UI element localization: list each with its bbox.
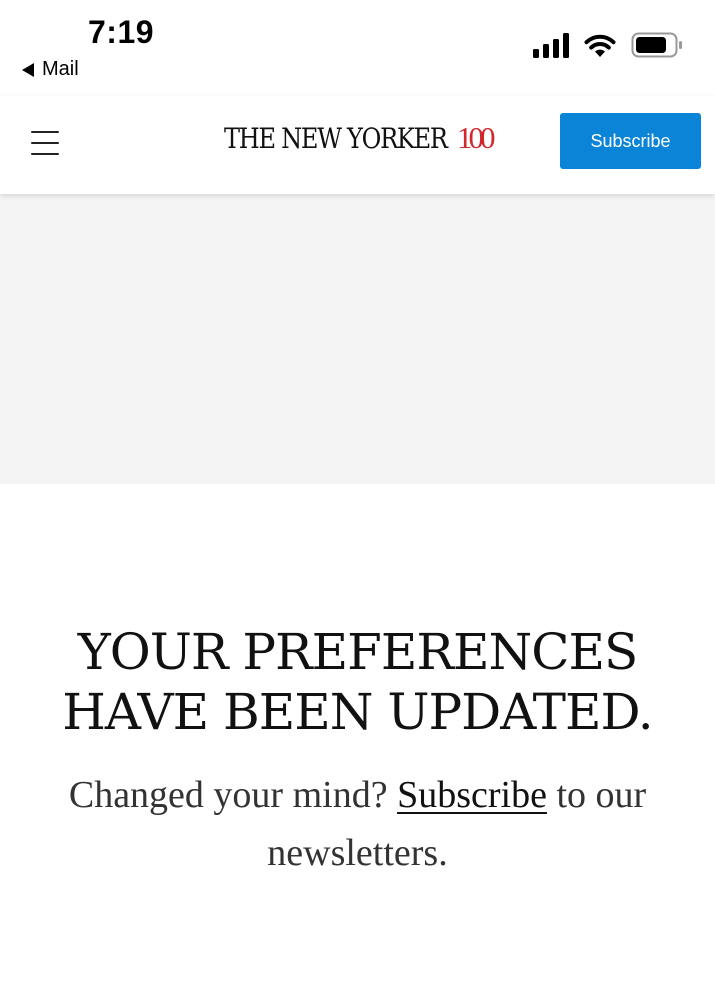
- logo-text: THE NEW YORKER: [224, 122, 448, 155]
- site-header: THE NEW YORKER 100 Subscribe: [0, 96, 715, 194]
- subscribe-button[interactable]: Subscribe: [560, 113, 701, 169]
- page-title: YOUR PREFERENCES HAVE BEEN UPDATED.: [40, 622, 675, 742]
- back-app-label: Mail: [42, 58, 79, 80]
- new-yorker-logo[interactable]: THE NEW YORKER 100: [224, 120, 495, 156]
- status-time: 7:19: [88, 14, 155, 50]
- logo-accent: 100: [457, 120, 495, 155]
- hamburger-line: [31, 153, 59, 155]
- battery-icon: [631, 32, 682, 58]
- back-arrow-icon: [22, 62, 34, 77]
- cellular-signal-icon: [533, 32, 569, 58]
- screen: 7:19 Mail THE NEW YORKER 100 Subscribe Y…: [0, 0, 715, 1000]
- headline-line-1: YOUR PREFERENCES: [77, 623, 639, 681]
- headline-line-2: HAVE BEEN UPDATED.: [62, 683, 653, 741]
- status-bar: 7:19 Mail: [0, 0, 715, 96]
- confirmation-content: YOUR PREFERENCES HAVE BEEN UPDATED. Chan…: [0, 484, 715, 1000]
- hamburger-menu-icon: [31, 131, 59, 133]
- ad-placeholder: [0, 194, 715, 484]
- resubscribe-message: Changed your mind? Subscribe to our news…: [40, 766, 675, 882]
- status-icons: [533, 32, 683, 58]
- menu-button[interactable]: [28, 126, 62, 160]
- message-prefix: Changed your mind?: [68, 774, 388, 816]
- wifi-icon: [584, 34, 616, 57]
- subscribe-newsletters-link[interactable]: Subscribe: [397, 774, 547, 816]
- back-to-mail-button[interactable]: Mail: [22, 58, 79, 81]
- hamburger-line: [31, 142, 59, 144]
